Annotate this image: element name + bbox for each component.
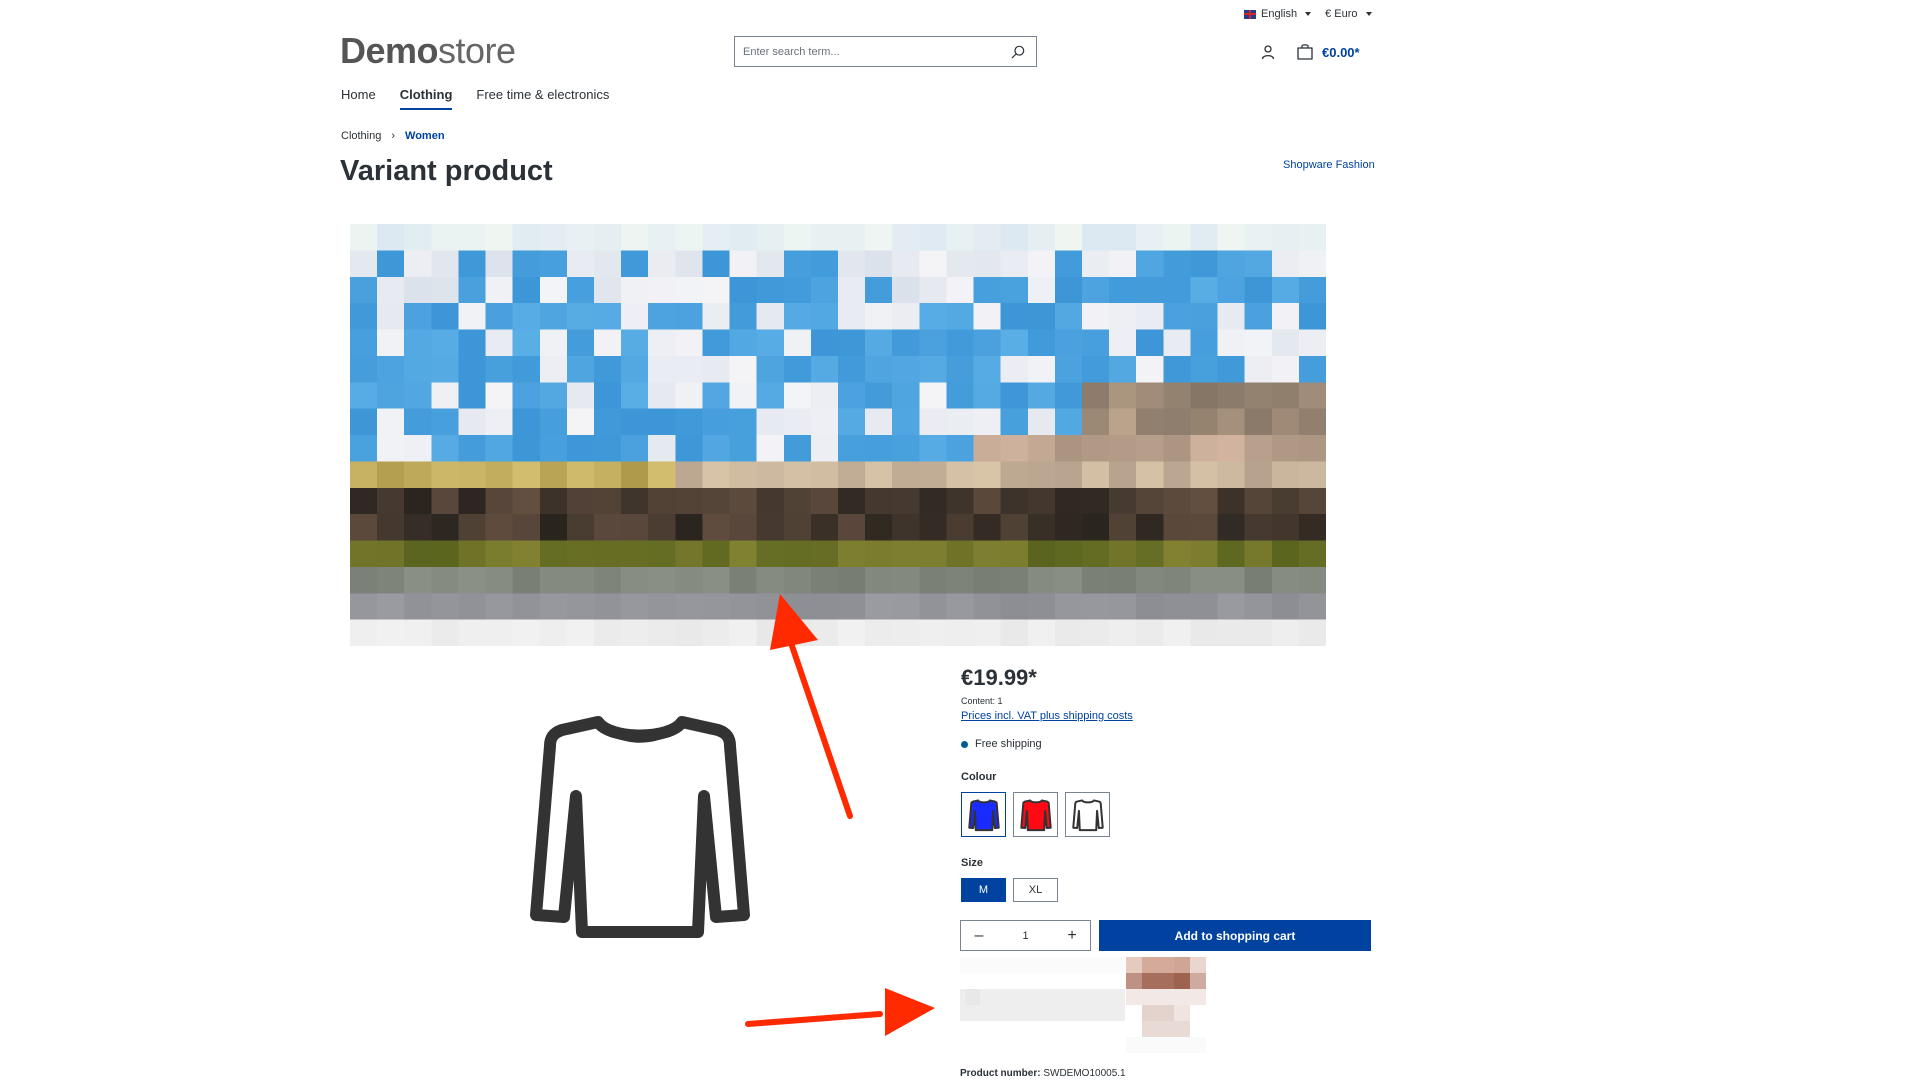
breadcrumb: Clothing › Women xyxy=(341,130,445,142)
banner-pixel-canvas xyxy=(350,224,1326,646)
add-to-cart-button[interactable]: Add to shopping cart xyxy=(1099,920,1371,951)
manufacturer-link[interactable]: Shopware Fashion xyxy=(1283,159,1375,171)
flag-uk-icon xyxy=(1244,9,1256,19)
cart-total: €0.00* xyxy=(1322,44,1360,60)
logo-light: store xyxy=(438,30,516,71)
product-banner-image xyxy=(350,224,1326,646)
account-button[interactable] xyxy=(1258,42,1278,62)
size-options: M XL xyxy=(961,878,1058,902)
search-form xyxy=(734,36,1037,67)
delivery-information: Free shipping xyxy=(961,738,1042,750)
shirt-blue-icon xyxy=(967,798,1000,831)
colour-options xyxy=(961,792,1110,837)
user-icon xyxy=(1261,45,1275,60)
colour-option-red[interactable] xyxy=(1013,792,1058,837)
quantity-decrease-button[interactable]: – xyxy=(971,927,987,944)
breadcrumb-women[interactable]: Women xyxy=(405,130,445,142)
size-option-xl[interactable]: XL xyxy=(1013,878,1058,902)
store-logo[interactable]: Demostore xyxy=(340,30,516,72)
product-main-image[interactable] xyxy=(520,700,760,950)
breadcrumb-clothing[interactable]: Clothing xyxy=(341,130,381,142)
status-dot-icon xyxy=(961,740,968,748)
product-number: Product number: SWDEMO10005.1 xyxy=(960,1068,1126,1079)
language-label: English xyxy=(1261,8,1298,20)
quantity-increase-button[interactable]: + xyxy=(1064,927,1080,944)
search-icon xyxy=(1011,45,1025,58)
colour-option-white[interactable] xyxy=(1065,792,1110,837)
product-title: Variant product xyxy=(340,155,553,187)
shipping-text: Free shipping xyxy=(975,738,1042,750)
search-input[interactable] xyxy=(735,37,1000,66)
currency-selector[interactable]: € Euro xyxy=(1325,8,1372,20)
quantity-stepper: – 1 + xyxy=(960,920,1091,951)
pixelated-area xyxy=(960,957,1206,1053)
product-number-value: SWDEMO10005.1 xyxy=(1043,1068,1126,1079)
top-bar: English € Euro xyxy=(1244,8,1372,20)
caret-down-icon xyxy=(1305,12,1312,16)
colour-label: Colour xyxy=(961,771,997,783)
size-option-m[interactable]: M xyxy=(961,878,1006,902)
search-button[interactable] xyxy=(1000,37,1036,66)
nav-item-clothing[interactable]: Clothing xyxy=(399,87,453,110)
product-number-label: Product number: xyxy=(960,1068,1041,1079)
shopping-bag-icon xyxy=(1297,44,1313,60)
colour-option-blue[interactable] xyxy=(961,792,1006,837)
shirt-red-icon xyxy=(1019,798,1052,831)
main-navigation: Home Clothing Free time & electronics xyxy=(341,87,609,110)
currency-label: € Euro xyxy=(1325,8,1358,20)
redacted-region xyxy=(960,957,1210,1057)
long-sleeve-shirt-icon xyxy=(530,716,750,938)
vat-shipping-link[interactable]: Prices incl. VAT plus shipping costs xyxy=(961,710,1133,722)
nav-item-free-time-electronics[interactable]: Free time & electronics xyxy=(476,87,609,110)
size-label: Size xyxy=(961,857,984,869)
product-content: Content: 1 xyxy=(961,696,1003,706)
language-selector[interactable]: English xyxy=(1244,8,1312,20)
cart-button[interactable]: €0.00* xyxy=(1296,43,1360,61)
arrow-right-icon xyxy=(745,988,935,1036)
header-actions: €0.00* xyxy=(1258,42,1360,62)
product-price: €19.99* xyxy=(961,665,1037,690)
nav-item-home[interactable]: Home xyxy=(341,87,376,110)
logo-bold: Demo xyxy=(340,30,439,71)
quantity-value[interactable]: 1 xyxy=(1022,930,1028,942)
shirt-white-icon xyxy=(1071,798,1104,831)
breadcrumb-separator-icon: › xyxy=(391,130,396,142)
caret-down-icon xyxy=(1365,12,1372,16)
